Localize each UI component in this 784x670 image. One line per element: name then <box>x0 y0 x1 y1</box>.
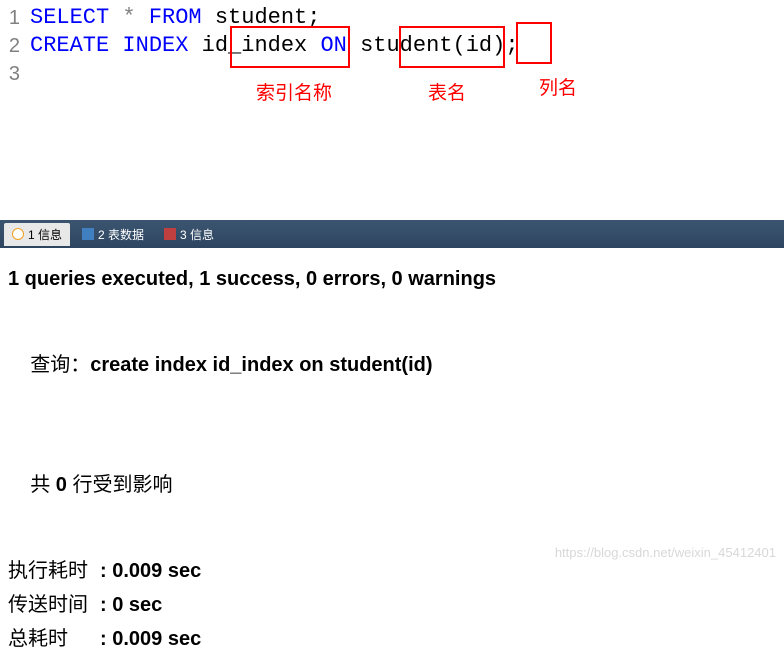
table-icon <box>82 228 94 240</box>
annotation-label-column-name: 列名 <box>539 73 577 100</box>
results-panel: 1 queries executed, 1 success, 0 errors,… <box>0 248 784 670</box>
result-affected-row: 共 0 行受到影响 <box>8 434 776 536</box>
info-icon <box>12 228 24 240</box>
query-label: 查询： <box>30 354 90 376</box>
sql-editor[interactable]: 1 SELECT * FROM student; 2 CREATE INDEX … <box>0 0 784 220</box>
annotation-box-column-name <box>516 22 552 64</box>
tab-label: 1 信息 <box>28 226 62 243</box>
annotation-box-index-name <box>230 26 350 68</box>
results-tab-bar: 1 信息 2 表数据 3 信息 <box>0 220 784 248</box>
line-number: 3 <box>0 60 30 88</box>
timing-total: 总耗时 : 0.009 sec <box>8 622 776 656</box>
annotation-label-table-name: 表名 <box>428 78 466 105</box>
code-line-2[interactable]: 2 CREATE INDEX id_index ON student(id); <box>0 32 784 60</box>
bar-icon <box>164 228 176 240</box>
tab-label: 3 信息 <box>180 226 214 243</box>
line-number: 2 <box>0 32 30 60</box>
timing-transfer: 传送时间 : 0 sec <box>8 588 776 622</box>
tab-table-data[interactable]: 2 表数据 <box>74 223 152 246</box>
tab-info-1[interactable]: 1 信息 <box>4 223 70 246</box>
result-query-row: 查询：create index id_index on student(id) <box>8 314 776 416</box>
watermark: https://blog.csdn.net/weixin_45412401 <box>555 545 776 560</box>
annotation-box-table-name <box>399 26 505 68</box>
timing-block: 执行耗时 : 0.009 sec 传送时间 : 0 sec 总耗时 : 0.00… <box>8 554 776 656</box>
result-summary: 1 queries executed, 1 success, 0 errors,… <box>8 262 776 296</box>
affected-count: 0 <box>56 474 67 496</box>
tab-info-3[interactable]: 3 信息 <box>156 223 222 246</box>
code-line-3[interactable]: 3 <box>0 60 784 88</box>
tab-label: 2 表数据 <box>98 226 144 243</box>
annotation-label-index-name: 索引名称 <box>256 78 332 105</box>
line-number: 1 <box>0 4 30 32</box>
query-text: create index id_index on student(id) <box>90 354 432 376</box>
code-line-1[interactable]: 1 SELECT * FROM student; <box>0 4 784 32</box>
